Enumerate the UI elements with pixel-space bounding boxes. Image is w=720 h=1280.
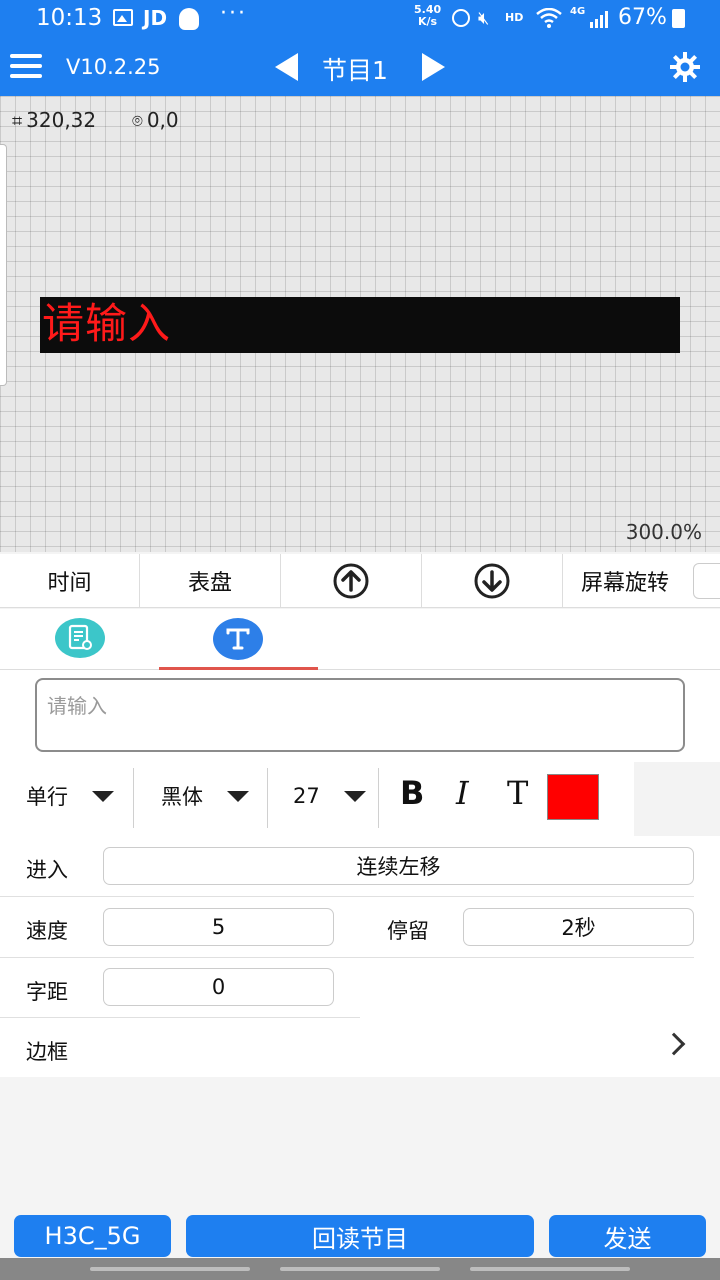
nav-pill[interactable] <box>90 1267 250 1271</box>
wifi-connection-button[interactable]: H3C_5G <box>14 1215 171 1257</box>
system-nav-bar <box>0 1258 720 1280</box>
divider <box>378 768 379 828</box>
battery-percent: 67% <box>618 5 667 30</box>
arrow-down-circle-icon <box>474 563 510 599</box>
side-drawer-handle[interactable] <box>0 144 7 386</box>
gear-icon[interactable] <box>668 50 702 84</box>
status-bar: 10:13 JD ··· 5.40 K/s 🔇︎ HD 4G 67% <box>0 0 720 38</box>
mute-icon: 🔇︎ <box>478 8 490 29</box>
chevron-down-icon <box>92 790 114 802</box>
position-readout: ⌾ 0,0 <box>132 108 179 132</box>
signal-icon <box>590 10 612 32</box>
nav-pill[interactable] <box>280 1267 440 1271</box>
divider <box>267 768 268 828</box>
speed-label: 速度 <box>26 919 68 943</box>
enter-effect-field[interactable]: 连续左移 <box>103 847 694 885</box>
text-icon <box>213 618 263 660</box>
chevron-down-icon <box>343 790 366 802</box>
bold-button[interactable]: B <box>400 774 424 812</box>
location-pin-icon: ⌾ <box>132 111 143 132</box>
send-button[interactable]: 发送 <box>549 1215 706 1257</box>
net-speed: 5.40 K/s <box>414 3 442 28</box>
app-version: V10.2.25 <box>66 55 161 79</box>
led-screen-preview[interactable]: 请输入 <box>40 297 680 353</box>
screen-rotate-button[interactable]: 屏幕旋转 <box>563 554 687 608</box>
menu-icon[interactable] <box>10 54 42 80</box>
divider <box>133 768 134 828</box>
jd-app-icon: JD <box>143 6 168 30</box>
nav-pill[interactable] <box>470 1267 630 1271</box>
qq-icon <box>179 8 199 30</box>
status-time: 10:13 <box>36 5 103 31</box>
led-design-canvas[interactable]: ⌗ 320,32 ⌾ 0,0 请输入 300.0% <box>0 96 720 552</box>
dial-button[interactable]: 表盘 <box>140 554 281 608</box>
text-content-input[interactable] <box>35 678 685 752</box>
enter-label: 进入 <box>26 858 68 882</box>
move-down-button[interactable] <box>422 554 563 608</box>
line-mode-value: 单行 <box>26 785 68 809</box>
font-size-value: 27 <box>293 784 320 808</box>
more-notifications-icon: ··· <box>220 1 247 26</box>
tab-text[interactable] <box>159 609 318 670</box>
italic-button[interactable]: I <box>456 774 469 812</box>
prev-arrow-icon[interactable] <box>275 53 298 81</box>
bottom-actions: H3C_5G 回读节目 发送 <box>0 1077 720 1257</box>
overflow-toolbar-button[interactable] <box>693 563 720 599</box>
font-value: 黑体 <box>161 785 203 809</box>
font-select[interactable]: 黑体 <box>161 762 249 830</box>
text-color-swatch[interactable] <box>547 774 599 820</box>
program-title: 节目1 <box>322 56 388 85</box>
app-bar: V10.2.25 节目1 <box>0 38 720 96</box>
divider <box>0 957 694 958</box>
line-mode-select[interactable]: 单行 <box>26 762 114 830</box>
chevron-down-icon <box>227 790 249 802</box>
wifi-icon <box>535 7 563 32</box>
arrow-up-circle-icon <box>333 563 369 599</box>
time-button[interactable]: 时间 <box>0 554 140 608</box>
move-up-button[interactable] <box>281 554 422 608</box>
program-toolbar: 时间 表盘 屏幕旋转 <box>0 554 720 608</box>
border-row[interactable]: 边框 <box>0 1020 720 1076</box>
next-arrow-icon[interactable] <box>422 53 445 81</box>
battery-icon <box>672 9 685 28</box>
format-blank-area <box>634 762 720 836</box>
grid-size-icon: ⌗ <box>12 111 23 132</box>
font-size-select[interactable]: 27 <box>293 762 366 830</box>
zoom-level: 300.0% <box>625 520 702 544</box>
stay-field[interactable]: 2秒 <box>463 908 694 946</box>
divider <box>0 896 694 897</box>
border-label: 边框 <box>26 1040 68 1064</box>
document-settings-icon <box>55 618 105 658</box>
gallery-icon <box>113 9 133 26</box>
stay-label: 停留 <box>387 919 429 943</box>
divider <box>0 1017 360 1018</box>
text-properties-panel: 单行 黑体 27 B I T 进入 连续左移 速度 5 停留 2秒 字距 0 边… <box>0 670 720 1077</box>
tab-document-settings[interactable] <box>0 609 159 670</box>
spacing-field[interactable]: 0 <box>103 968 334 1006</box>
format-row: 单行 黑体 27 B I T <box>0 762 720 830</box>
led-preview-text: 请输入 <box>42 299 172 348</box>
screen-size-readout: ⌗ 320,32 <box>12 108 97 132</box>
network-type: 4G <box>570 6 586 17</box>
readback-program-button[interactable]: 回读节目 <box>186 1215 534 1257</box>
hd-indicator: HD <box>505 11 524 24</box>
spacing-label: 字距 <box>26 980 68 1004</box>
editor-tabs <box>0 609 720 670</box>
speed-field[interactable]: 5 <box>103 908 334 946</box>
alarm-icon <box>452 9 470 27</box>
text-style-button[interactable]: T <box>507 774 528 812</box>
